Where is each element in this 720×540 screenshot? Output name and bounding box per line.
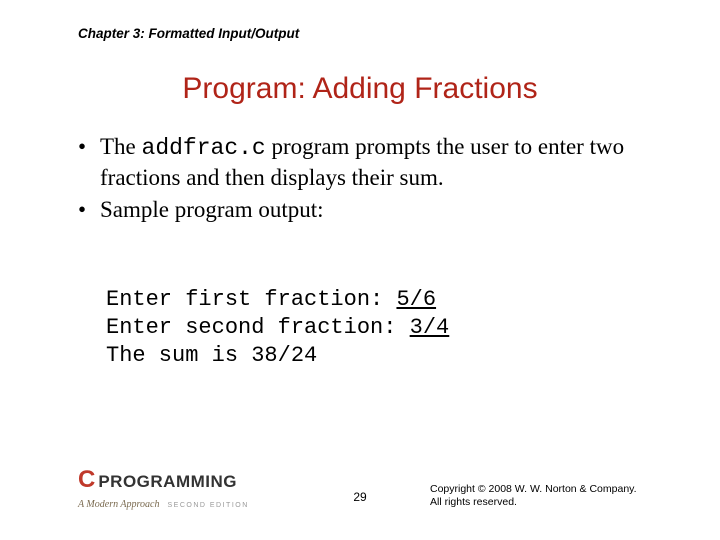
output-prompt: Enter second fraction: bbox=[106, 315, 410, 340]
output-line: The sum is 38/24 bbox=[106, 343, 317, 368]
bullet-item: The addfrac.c program prompts the user t… bbox=[78, 132, 660, 193]
sample-output: Enter first fraction: 5/6 Enter second f… bbox=[106, 258, 449, 371]
bullet-text-pre: Sample program output: bbox=[100, 197, 324, 222]
book-logo: C PROGRAMMING A Modern Approach SECOND E… bbox=[78, 466, 249, 512]
slide-title: Program: Adding Fractions bbox=[0, 72, 720, 106]
output-prompt: Enter first fraction: bbox=[106, 287, 396, 312]
copyright-line: All rights reserved. bbox=[430, 496, 637, 510]
body-content: The addfrac.c program prompts the user t… bbox=[78, 132, 660, 226]
copyright-line: Copyright © 2008 W. W. Norton & Company. bbox=[430, 483, 637, 497]
chapter-heading: Chapter 3: Formatted Input/Output bbox=[78, 26, 299, 41]
logo-programming-text: PROGRAMMING bbox=[98, 472, 237, 492]
inline-code: addfrac.c bbox=[142, 135, 266, 161]
bullet-text-pre: The bbox=[100, 134, 142, 159]
output-user-input: 3/4 bbox=[410, 315, 450, 340]
output-prompt: The sum is 38/24 bbox=[106, 343, 317, 368]
copyright: Copyright © 2008 W. W. Norton & Company.… bbox=[430, 483, 637, 510]
output-line: Enter first fraction: 5/6 bbox=[106, 287, 436, 312]
output-user-input: 5/6 bbox=[396, 287, 436, 312]
output-line: Enter second fraction: 3/4 bbox=[106, 315, 449, 340]
bullet-item: Sample program output: bbox=[78, 195, 660, 224]
footer: C PROGRAMMING A Modern Approach SECOND E… bbox=[0, 468, 720, 518]
